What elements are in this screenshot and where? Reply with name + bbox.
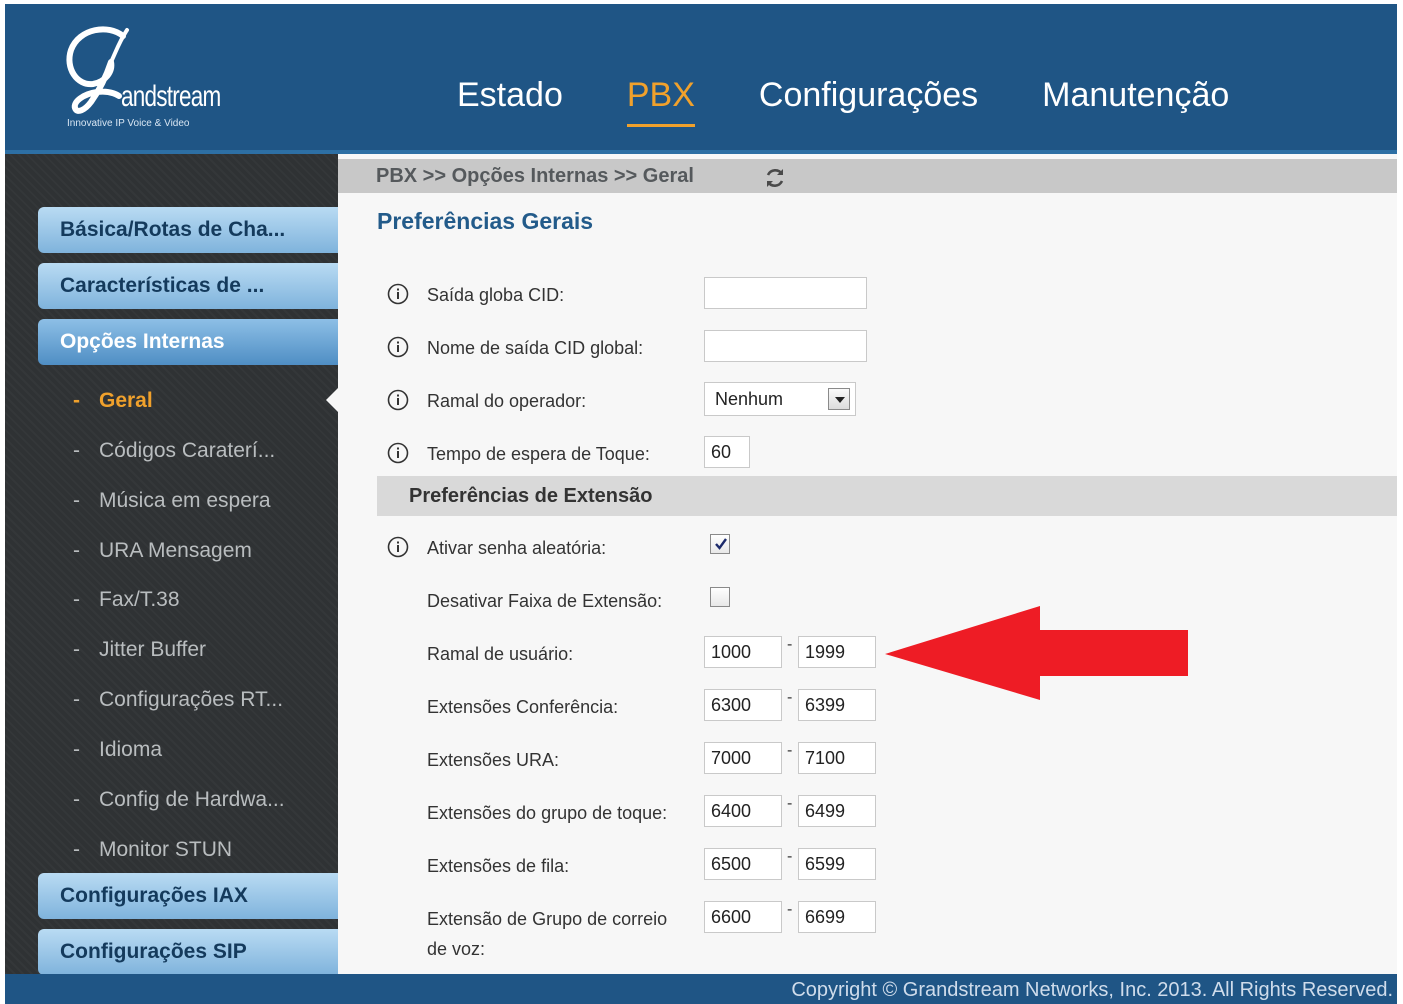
- sub-dash: -: [73, 738, 80, 761]
- sidebar-item-idioma[interactable]: - Idioma: [73, 730, 162, 770]
- range-from-queue[interactable]: [704, 848, 782, 880]
- annotation-arrow-icon: [885, 606, 1188, 700]
- range-label-conference: Extensões Conferência:: [427, 697, 619, 717]
- sidebar-item-label: Códigos Caraterí...: [99, 439, 276, 462]
- selection-notch: [326, 388, 338, 412]
- sidebar-item-geral[interactable]: - Geral: [73, 381, 153, 421]
- random-password-label: Ativar senha aleatória:: [427, 538, 607, 558]
- nav-manutencao[interactable]: Manutenção: [1042, 76, 1229, 115]
- sidebar-item-label: Monitor STUN: [99, 838, 233, 861]
- sidebar-item-label: URA Mensagem: [99, 539, 252, 562]
- nav-pbx[interactable]: PBX: [626, 76, 695, 127]
- disable-range-checkbox[interactable]: [710, 587, 730, 607]
- extension-preferences-heading: Preferências de Extensão: [377, 476, 1397, 516]
- range-to-queue[interactable]: [798, 848, 876, 880]
- range-label-queue: Extensões de fila:: [427, 856, 570, 876]
- operator-extension-select[interactable]: Nenhum: [704, 382, 856, 416]
- logo-wordmark: andstream: [121, 80, 221, 113]
- sidebar-item-label: Música em espera: [99, 489, 271, 512]
- app-frame: andstream Innovative IP Voice & Video Es…: [5, 4, 1397, 1004]
- info-icon[interactable]: [387, 283, 409, 305]
- range-from-voicemail-group[interactable]: [704, 901, 782, 933]
- range-to-conference[interactable]: [798, 689, 876, 721]
- sidebar-item-jitter-buffer[interactable]: - Jitter Buffer: [73, 630, 206, 670]
- sidebar-item-label: Config de Hardwa...: [99, 788, 285, 811]
- sidebar-item-label: Fax/T.38: [99, 588, 180, 611]
- nav-configuracoes[interactable]: Configurações: [759, 76, 978, 115]
- range-to-voicemail-group[interactable]: [798, 901, 876, 933]
- breadcrumb: PBX >> Opções Internas >> Geral: [338, 159, 1397, 193]
- ring-timeout-label: Tempo de espera de Toque:: [427, 444, 650, 464]
- operator-extension-value: Nenhum: [715, 389, 784, 409]
- range-from-ring-group[interactable]: [704, 795, 782, 827]
- range-from-ivr[interactable]: [704, 742, 782, 774]
- info-icon[interactable]: [387, 536, 409, 558]
- grandstream-logo[interactable]: andstream Innovative IP Voice & Video: [61, 22, 231, 132]
- sub-dash: -: [73, 838, 80, 861]
- top-header: andstream Innovative IP Voice & Video Es…: [5, 4, 1397, 154]
- range-separator: -: [787, 848, 793, 865]
- sub-dash: -: [73, 688, 80, 711]
- info-icon[interactable]: [387, 442, 409, 464]
- main-nav: Estado PBX Configurações Manutenção: [457, 76, 1293, 127]
- range-label-voicemail-group-cont: de voz:: [427, 939, 486, 959]
- nav-estado[interactable]: Estado: [457, 76, 563, 115]
- range-to-ring-group[interactable]: [798, 795, 876, 827]
- checkmark-icon: [715, 538, 727, 550]
- chevron-down-icon[interactable]: [828, 388, 850, 410]
- range-separator: -: [787, 636, 793, 653]
- range-label-voicemail-group: Extensão de Grupo de correio: [427, 909, 668, 929]
- range-label-user: Ramal de usuário:: [427, 644, 574, 664]
- sidebar-item-ura-mensagem[interactable]: - URA Mensagem: [73, 531, 252, 571]
- disable-range-label: Desativar Faixa de Extensão:: [427, 591, 663, 611]
- sub-dash: -: [73, 389, 80, 412]
- sidebar-item-label: Jitter Buffer: [99, 638, 206, 661]
- sidebar-item-label: Geral: [99, 389, 153, 412]
- operator-extension-label: Ramal do operador:: [427, 391, 587, 411]
- global-cid-name-input[interactable]: [704, 330, 867, 362]
- sidebar-item-label: Idioma: [99, 738, 163, 761]
- info-icon[interactable]: [387, 336, 409, 358]
- range-from-user[interactable]: [704, 636, 782, 668]
- range-label-ivr: Extensões URA:: [427, 750, 560, 770]
- sidebar-item-musica[interactable]: - Música em espera: [73, 481, 271, 521]
- range-to-user[interactable]: [798, 636, 876, 668]
- sub-dash: -: [73, 588, 80, 611]
- sidebar-item-stun[interactable]: - Monitor STUN: [73, 830, 232, 870]
- ring-timeout-input[interactable]: [704, 436, 750, 468]
- page-title: Preferências Gerais: [377, 208, 594, 234]
- sidebar-item-rtp[interactable]: - Configurações RT...: [73, 680, 283, 720]
- sidebar-item-fax[interactable]: - Fax/T.38: [73, 580, 180, 620]
- random-password-checkbox[interactable]: [710, 534, 730, 554]
- global-cid-name-label: Nome de saída CID global:: [427, 338, 644, 358]
- sub-dash: -: [73, 638, 80, 661]
- range-separator: -: [787, 742, 793, 759]
- sidebar-group-sip[interactable]: Configurações SIP: [38, 929, 338, 975]
- footer-copyright: Copyright © Grandstream Networks, Inc. 2…: [5, 974, 1397, 1004]
- refresh-icon[interactable]: [763, 166, 787, 190]
- global-cid-input[interactable]: [704, 277, 867, 309]
- sidebar-group-caracteristicas[interactable]: Características de ...: [38, 263, 338, 309]
- global-cid-label: Saída globa CID:: [427, 285, 565, 305]
- range-separator: -: [787, 795, 793, 812]
- range-to-ivr[interactable]: [798, 742, 876, 774]
- sidebar-group-opcoes-internas[interactable]: Opções Internas: [38, 319, 338, 365]
- range-from-conference[interactable]: [704, 689, 782, 721]
- sidebar-item-hardware[interactable]: - Config de Hardwa...: [73, 780, 285, 820]
- sub-dash: -: [73, 539, 80, 562]
- sidebar-item-label: Configurações RT...: [99, 688, 284, 711]
- info-icon[interactable]: [387, 389, 409, 411]
- sidebar-group-basica-rotas[interactable]: Básica/Rotas de Cha...: [38, 207, 338, 253]
- range-separator: -: [787, 901, 793, 918]
- sub-dash: -: [73, 439, 80, 462]
- range-label-ring-group: Extensões do grupo de toque:: [427, 803, 668, 823]
- range-separator: -: [787, 689, 793, 706]
- sub-dash: -: [73, 788, 80, 811]
- sidebar-group-iax[interactable]: Configurações IAX: [38, 873, 338, 919]
- sub-dash: -: [73, 489, 80, 512]
- sidebar-item-codigos[interactable]: - Códigos Caraterí...: [73, 431, 275, 471]
- logo-tagline: Innovative IP Voice & Video: [67, 118, 190, 129]
